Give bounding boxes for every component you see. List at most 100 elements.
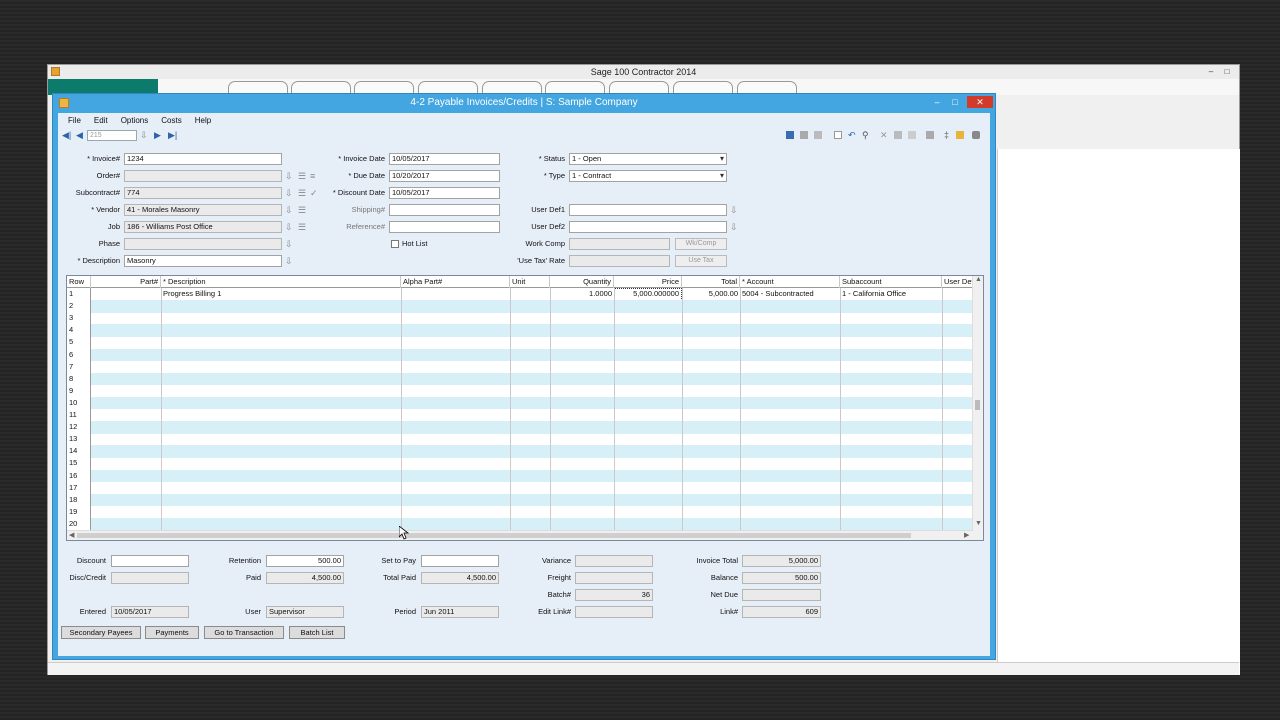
restore-button[interactable]: □ [1221,66,1233,77]
horizontal-scrollbar[interactable]: ◀ ▶ [67,530,973,540]
cell-part[interactable] [91,506,161,519]
cell-price[interactable] [614,312,682,325]
print-icon[interactable] [972,131,980,139]
cell-subaccount[interactable] [840,494,942,507]
cell-total[interactable] [682,494,740,507]
cell-subaccount[interactable] [840,518,942,531]
cell-total[interactable] [682,385,740,398]
print-preview-icon[interactable] [814,131,822,139]
cell-userdef[interactable] [942,421,973,434]
cell-quantity[interactable] [550,470,614,483]
table-row[interactable]: 5 [67,336,973,349]
cell-account[interactable] [740,494,840,507]
wk-comp-button[interactable]: Wk/Comp [675,238,727,250]
table-row[interactable]: 20 [67,517,973,531]
scroll-up-icon[interactable]: ▲ [975,276,982,283]
cell-description[interactable] [161,300,401,313]
cell-account[interactable] [740,421,840,434]
cell-part[interactable] [91,373,161,386]
cell-alpha[interactable] [401,445,510,458]
cell-alpha[interactable] [401,300,510,313]
cell-unit[interactable] [510,324,550,337]
cell-unit[interactable] [510,409,550,422]
cell-unit[interactable] [510,470,550,483]
cell-part[interactable] [91,324,161,337]
cell-userdef[interactable] [942,349,973,362]
previous-record-icon[interactable]: ◀ [76,130,83,140]
table-row[interactable]: 9 [67,384,973,398]
cell-alpha[interactable] [401,421,510,434]
cell-subaccount[interactable] [840,470,942,483]
cell-unit[interactable] [510,300,550,313]
cell-part[interactable] [91,385,161,398]
cell-subaccount[interactable] [840,457,942,470]
record-number-field[interactable]: 215 [87,130,137,141]
column-header-user-def[interactable]: User Defi [942,276,973,288]
maximize-button[interactable]: □ [947,96,963,108]
lookup-icon[interactable]: ⇩ [730,204,738,216]
link-field[interactable]: 609 [742,606,821,618]
lookup-icon[interactable]: ⇩ [285,238,293,250]
cell-price[interactable]: 5,000.000000 [614,288,682,301]
undo-icon[interactable]: ↶ [848,130,856,140]
cell-part[interactable] [91,421,161,434]
lookup-icon[interactable]: ⇩ [730,221,738,233]
cell-subaccount[interactable] [840,409,942,422]
cell-unit[interactable] [510,336,550,349]
cell-subaccount[interactable] [840,361,942,374]
table-row[interactable]: 1 Progress Billing 1 1.0000 5,000.000000 5,0… [67,288,973,301]
cell-total[interactable] [682,336,740,349]
cell-price[interactable] [614,457,682,470]
cell-subaccount[interactable] [840,324,942,337]
cell-subaccount[interactable] [840,349,942,362]
cell-unit[interactable] [510,349,550,362]
cell-total[interactable] [682,361,740,374]
lookup-icon[interactable]: ⇩ [285,204,293,216]
cell-account[interactable] [740,397,840,410]
table-row[interactable]: 11 [67,409,973,422]
cell-alpha[interactable] [401,312,510,325]
cut-icon[interactable]: ✕ [880,130,888,140]
cell-price[interactable] [614,300,682,313]
cell-description[interactable] [161,373,401,386]
cell-userdef[interactable] [942,445,973,458]
cell-unit[interactable] [510,397,550,410]
cell-account[interactable] [740,506,840,519]
scroll-thumb[interactable] [975,400,980,410]
description-field[interactable]: Masonry [124,255,282,267]
discount-field[interactable] [111,555,189,567]
invoice-date-field[interactable]: 10/05/2017 [389,153,500,165]
cell-quantity[interactable] [550,361,614,374]
cell-price[interactable] [614,409,682,422]
cell-part[interactable] [91,518,161,531]
cell-part[interactable] [91,409,161,422]
cell-alpha[interactable] [401,457,510,470]
menu-costs[interactable]: Costs [161,116,181,125]
cell-account[interactable] [740,433,840,446]
cell-account[interactable] [740,482,840,495]
cell-total[interactable] [682,433,740,446]
cell-userdef[interactable] [942,494,973,507]
cell-unit[interactable] [510,494,550,507]
cell-description[interactable] [161,457,401,470]
cell-alpha[interactable] [401,470,510,483]
cell-description[interactable] [161,470,401,483]
scroll-left-icon[interactable]: ◀ [69,531,74,540]
cell-price[interactable] [614,385,682,398]
cell-userdef[interactable] [942,288,973,301]
cell-unit[interactable] [510,482,550,495]
cell-account[interactable] [740,409,840,422]
column-header-total[interactable]: Total [682,276,740,288]
cell-description[interactable] [161,433,401,446]
paste-icon[interactable] [908,131,916,139]
cell-price[interactable] [614,433,682,446]
table-row[interactable]: 12 [67,421,973,434]
table-row[interactable]: 8 [67,372,973,386]
cell-price[interactable] [614,482,682,495]
cell-description[interactable] [161,482,401,495]
cell-account[interactable] [740,336,840,349]
cell-subaccount[interactable] [840,373,942,386]
cell-userdef[interactable] [942,433,973,446]
lookup-icon[interactable]: ⇩ [140,130,148,140]
cell-userdef[interactable] [942,518,973,531]
